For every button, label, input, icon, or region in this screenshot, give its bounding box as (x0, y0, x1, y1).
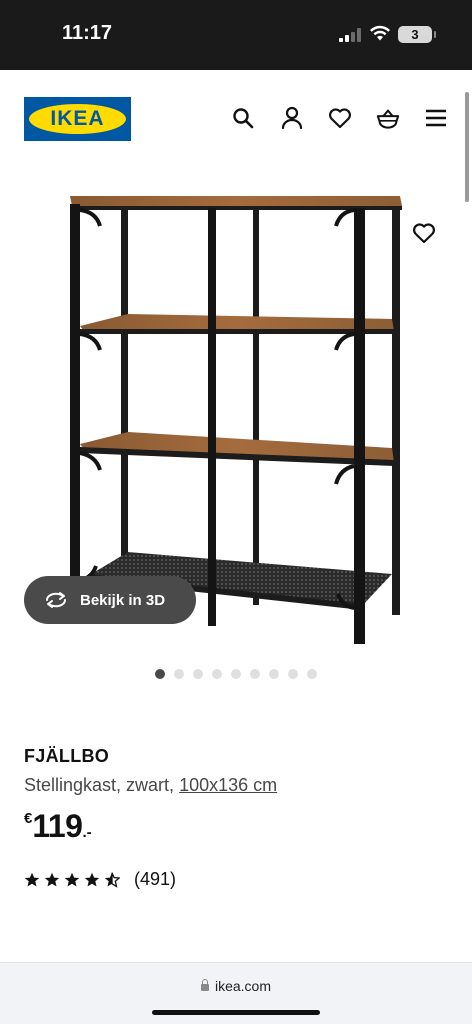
gallery-dot[interactable] (288, 669, 298, 679)
battery-level: 3 (411, 27, 419, 42)
logo-text: IKEA (50, 107, 105, 130)
gallery-dot[interactable] (269, 669, 279, 679)
search-icon[interactable] (231, 106, 255, 130)
basket-icon[interactable] (376, 106, 400, 130)
view-in-3d-button[interactable]: Bekijk in 3D (24, 576, 196, 624)
browser-address-bar[interactable]: ikea.com (0, 962, 472, 1024)
gallery-dot[interactable] (155, 669, 165, 679)
lock-icon (200, 979, 209, 991)
home-indicator[interactable] (152, 1010, 320, 1015)
price-amount: 119 (32, 808, 83, 844)
gallery-dot[interactable] (250, 669, 260, 679)
heart-icon[interactable] (328, 106, 352, 130)
star-half-icon (104, 872, 120, 888)
menu-icon[interactable] (424, 106, 448, 130)
logo-oval: IKEA (29, 104, 126, 134)
status-time: 11:17 (62, 22, 113, 44)
url-display[interactable]: ikea.com (0, 978, 472, 994)
price-decimals: .- (82, 824, 92, 841)
star-full-icon (44, 872, 60, 886)
account-icon[interactable] (280, 106, 304, 130)
view-in-3d-label: Bekijk in 3D (80, 591, 166, 609)
signal-icon (339, 28, 361, 42)
star-full-icon (24, 872, 40, 886)
site-header: IKEA (0, 70, 472, 166)
rating-stars (24, 872, 120, 888)
gallery-dot[interactable] (307, 669, 317, 679)
gallery-dot[interactable] (212, 669, 222, 679)
wifi-icon (370, 25, 390, 41)
gallery-dot[interactable] (193, 669, 203, 679)
status-bar: 11:17 3 (0, 0, 472, 70)
battery-icon: 3 (398, 26, 436, 43)
product-size-link[interactable]: 100x136 cm (179, 775, 277, 795)
url-text: ikea.com (214, 978, 272, 994)
rotate-3d-icon (46, 592, 66, 608)
product-description-text: Stellingkast, zwart, (24, 775, 180, 795)
product-description: Stellingkast, zwart, 100x136 cm (24, 775, 277, 796)
star-full-icon (64, 872, 80, 886)
gallery-dot[interactable] (231, 669, 241, 679)
gallery-pagination (0, 669, 472, 679)
ikea-logo[interactable]: IKEA (24, 97, 131, 141)
heart-icon (413, 223, 435, 244)
product-name: FJÄLLBO (24, 746, 110, 766)
review-count: (491) (134, 869, 177, 889)
price-currency: € (24, 810, 33, 827)
product-rating[interactable]: (491) (24, 869, 176, 890)
product-price: €119.- (24, 808, 92, 845)
favorite-button[interactable] (403, 212, 445, 254)
gallery-dot[interactable] (174, 669, 184, 679)
star-full-icon (84, 872, 100, 886)
